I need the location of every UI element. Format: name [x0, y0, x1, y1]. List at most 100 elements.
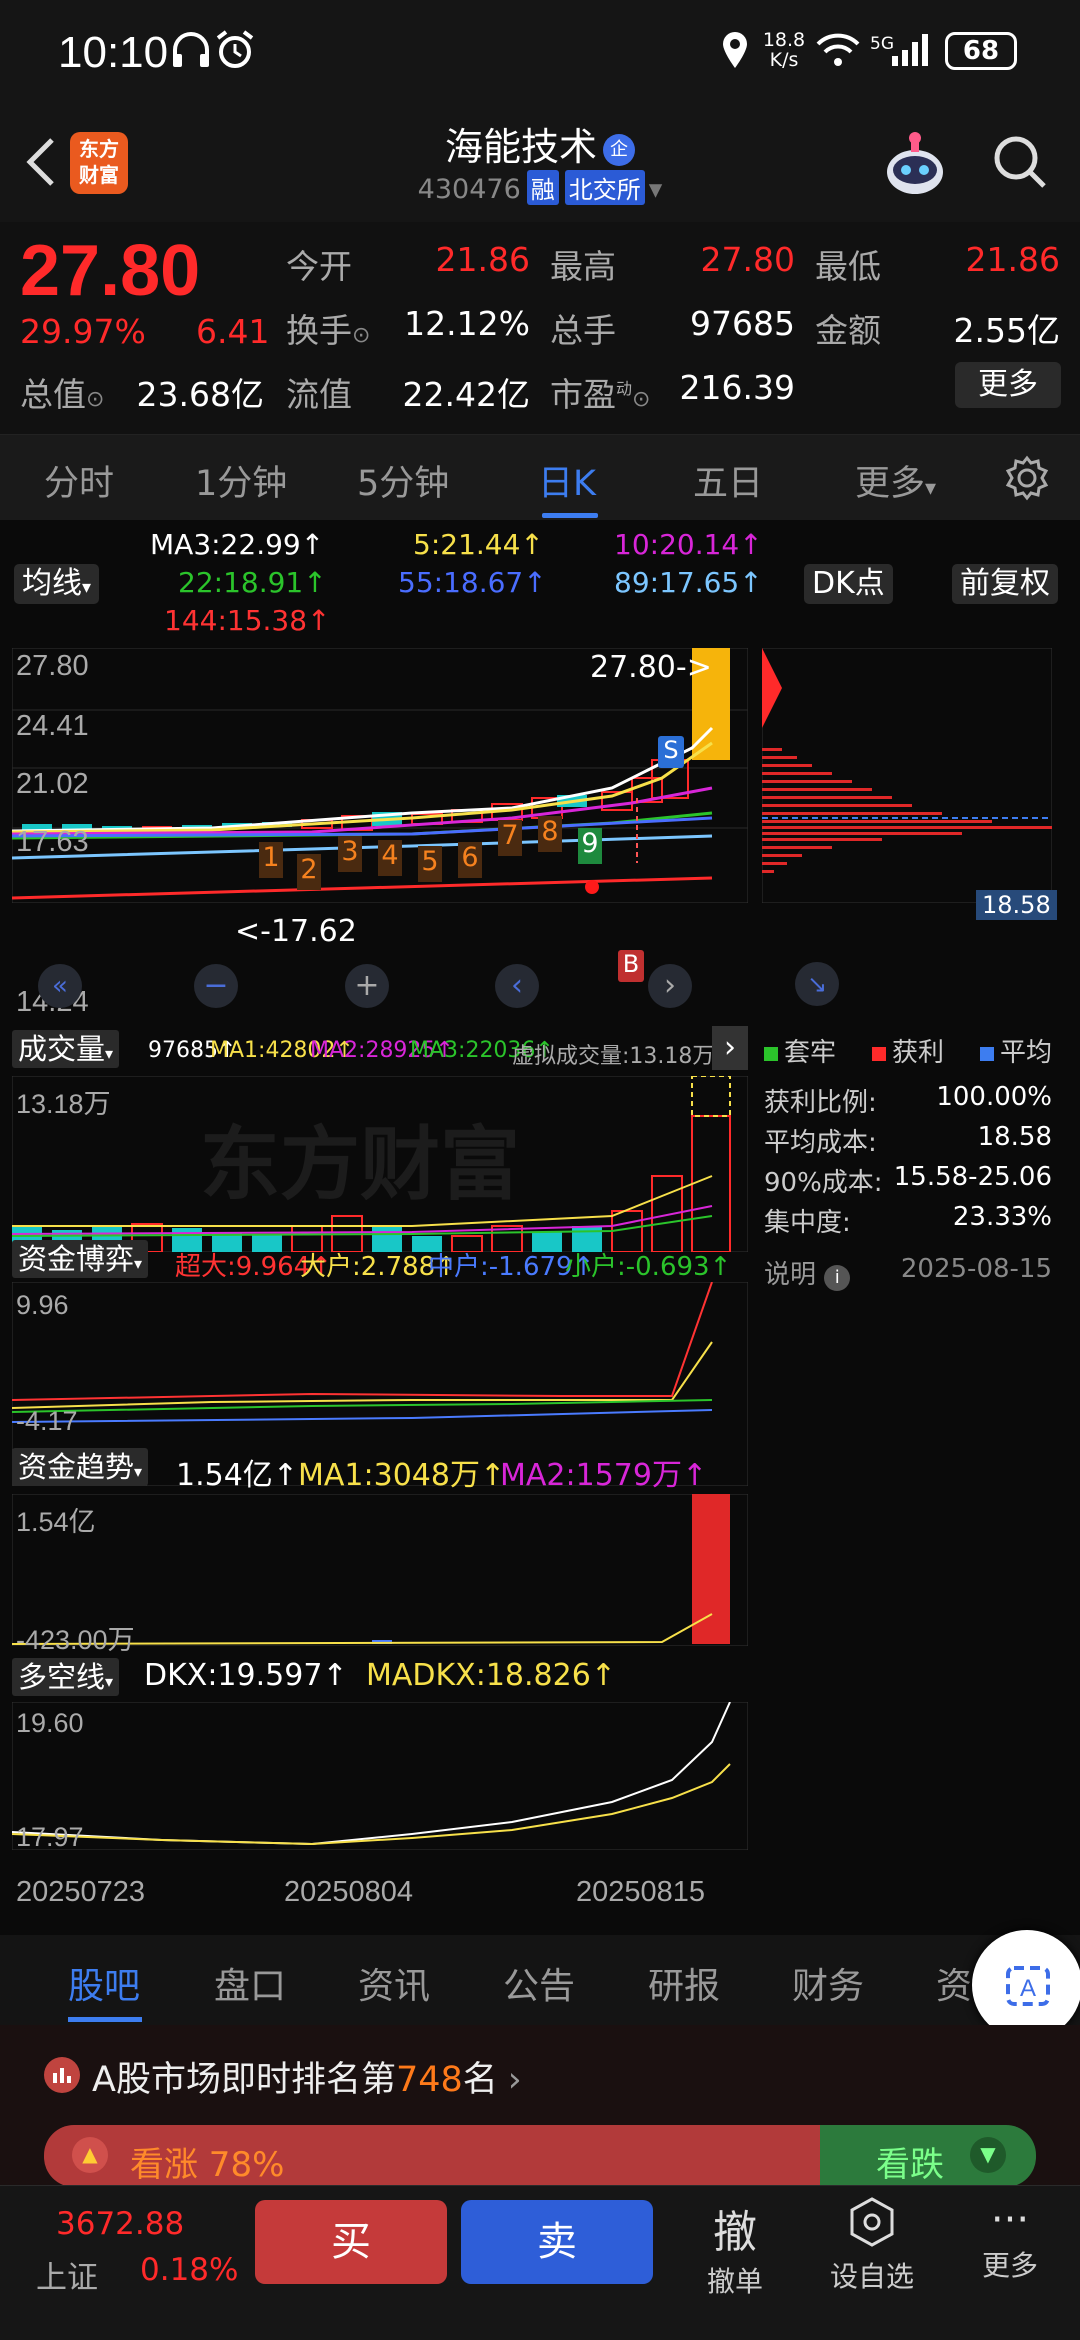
capital-game-y-bottom: -4.17 [16, 1406, 78, 1436]
cancel-order-button[interactable]: 撤撤单 [685, 2196, 785, 2300]
buy-button[interactable]: 买 [255, 2200, 447, 2284]
more-quote-button[interactable]: 更多 [955, 362, 1061, 408]
volume-y-top: 13.18万 [16, 1089, 111, 1119]
dropdown-arrow-icon: ▾ [105, 1044, 114, 1063]
bearish-bar[interactable]: 看跌 ▼ [820, 2125, 1036, 2187]
tab-daily-k[interactable]: 日K [538, 455, 596, 506]
capital-trend-selector[interactable]: 资金趋势▾ [12, 1448, 149, 1486]
open-value: 21.86 [435, 240, 530, 279]
pan-left-fast-button[interactable]: « [38, 964, 82, 1008]
translate-float-button[interactable]: A [972, 1930, 1080, 2040]
market-rank-panel[interactable]: A股市场即时排名第748名 › ▲ 看涨 78% 看跌 ▼ [0, 2025, 1080, 2187]
dk-point-button[interactable]: DK点 [804, 564, 893, 604]
tab-1min[interactable]: 1分钟 [195, 455, 287, 506]
avg-cost-tag: 18.58 [976, 890, 1057, 920]
tab-announcement[interactable]: 公告 [503, 1957, 575, 2009]
pan-right-button[interactable]: › [648, 964, 692, 1008]
add-watchlist-button[interactable]: 设自选 [822, 2196, 922, 2295]
volume-value: 97685 [690, 304, 795, 343]
virtual-volume: 虚拟成交量:13.18万 [512, 1044, 715, 1069]
dropdown-arrow-icon: ▾ [105, 1672, 114, 1691]
pe-label: 市盈动⊙ [550, 375, 651, 414]
cancel-icon: 撤 [713, 2207, 757, 2258]
bullish-bar[interactable]: ▲ 看涨 78% [44, 2125, 820, 2187]
tab-finance[interactable]: 财务 [792, 1957, 864, 2009]
index-value[interactable]: 3672.88 [56, 2206, 184, 2242]
ma5-value: 5:21.44↑ [413, 528, 544, 561]
expand-icon[interactable]: ↘ [795, 962, 839, 1006]
tab-capital[interactable]: 资 [936, 1957, 972, 2009]
capital-game-selector[interactable]: 资金博弈▾ [12, 1240, 149, 1278]
count-marker: 2 [297, 854, 321, 890]
settings-gear-icon[interactable] [1004, 455, 1050, 505]
float-label: 流值 [286, 375, 352, 414]
dkx-y-top: 19.60 [16, 1708, 84, 1738]
tab-guba[interactable]: 股吧 [68, 1957, 140, 2009]
chip-stat-label: 集中度: [764, 1208, 851, 1238]
amount-label: 金额 [815, 311, 881, 350]
bullish-label: 看涨 78% [130, 2145, 285, 2185]
index-change[interactable]: 0.18% [140, 2252, 238, 2288]
dropdown-arrow-icon: ▾ [134, 1462, 143, 1481]
tab-5day[interactable]: 五日 [693, 455, 763, 506]
ma-selector[interactable]: 均线▾ [14, 564, 100, 604]
volume-label: 总手 [550, 311, 616, 350]
up-arrow-icon: ▲ [72, 2137, 108, 2173]
index-name[interactable]: 上证 [36, 2252, 98, 2297]
margin-tag: 融 [526, 170, 559, 205]
info-icon: i [824, 1265, 851, 1291]
chevron-down-icon: ▾ [648, 174, 663, 205]
tab-pankou[interactable]: 盘口 [214, 1957, 286, 2009]
capital-trend-y-bottom: -423.00万 [16, 1625, 135, 1655]
turnover-label: 换手⊙ [286, 311, 371, 350]
chip-distribution-chart[interactable] [762, 648, 1052, 903]
chip-stat-label: 平均成本: [764, 1128, 877, 1158]
tab-news[interactable]: 资讯 [358, 1957, 430, 2009]
net-speed: 18.8 K/s [762, 29, 806, 71]
zoom-out-button[interactable]: − [194, 964, 238, 1008]
ma10-value: 10:20.14↑ [614, 528, 763, 561]
chip-note[interactable]: 说明 i [764, 1254, 851, 1291]
expand-arrow-icon[interactable]: › [712, 1026, 748, 1070]
count-marker: 5 [418, 846, 442, 882]
tab-5min[interactable]: 5分钟 [357, 455, 449, 506]
adjust-button[interactable]: 前复权 [952, 564, 1058, 604]
dkx-selector[interactable]: 多空线▾ [12, 1658, 120, 1696]
info-icon: ⊙ [86, 387, 105, 412]
last-price-tag: 27.80-> [590, 650, 712, 685]
madkx-value: MADKX:18.826↑ [366, 1658, 616, 1693]
down-arrow-icon: ▼ [970, 2137, 1006, 2173]
status-bar: 10:10 18.8 K/s 5G 68 [0, 0, 1080, 110]
search-icon[interactable] [990, 132, 1050, 192]
sell-button[interactable]: 卖 [461, 2200, 653, 2284]
count-marker: 1 [259, 842, 283, 878]
mktcap-value: 23.68亿 [136, 375, 264, 414]
tab-more[interactable]: 更多▾ [855, 455, 936, 506]
min-price-tag: <-17.62 [235, 914, 357, 949]
pan-left-button[interactable]: ‹ [495, 964, 539, 1008]
count-marker: 9 [578, 828, 602, 864]
more-button[interactable]: ··· 更多 [960, 2196, 1060, 2284]
dropdown-arrow-icon: ▾ [134, 1254, 143, 1273]
mktcap-label: 总值⊙ [20, 375, 105, 414]
more-dots-icon: ··· [990, 2197, 1030, 2243]
rank-chart-icon [44, 2057, 80, 2093]
tab-fenshi[interactable]: 分时 [44, 455, 114, 506]
dkx-chart[interactable] [12, 1702, 748, 1850]
chip-legend-profit: 获利 [872, 1032, 944, 1069]
location-icon [720, 30, 750, 79]
signal-icon [890, 30, 934, 79]
kline-y-label: 21.02 [16, 768, 89, 800]
tab-research[interactable]: 研报 [648, 1957, 720, 2009]
x-axis-label: 20250815 [576, 1876, 706, 1908]
headphone-icon [170, 30, 212, 79]
volume-selector[interactable]: 成交量▾ [12, 1030, 120, 1068]
chip-legend-average: 平均 [980, 1032, 1052, 1069]
zoom-in-button[interactable]: + [345, 964, 389, 1008]
info-icon: ⊙ [352, 323, 371, 348]
enterprise-badge: 企 [603, 133, 635, 166]
volume-chart[interactable] [12, 1076, 748, 1252]
ma89-value: 89:17.65↑ [614, 566, 763, 599]
change-percent: 29.97% [20, 312, 146, 351]
robot-assistant-icon[interactable] [878, 128, 952, 202]
